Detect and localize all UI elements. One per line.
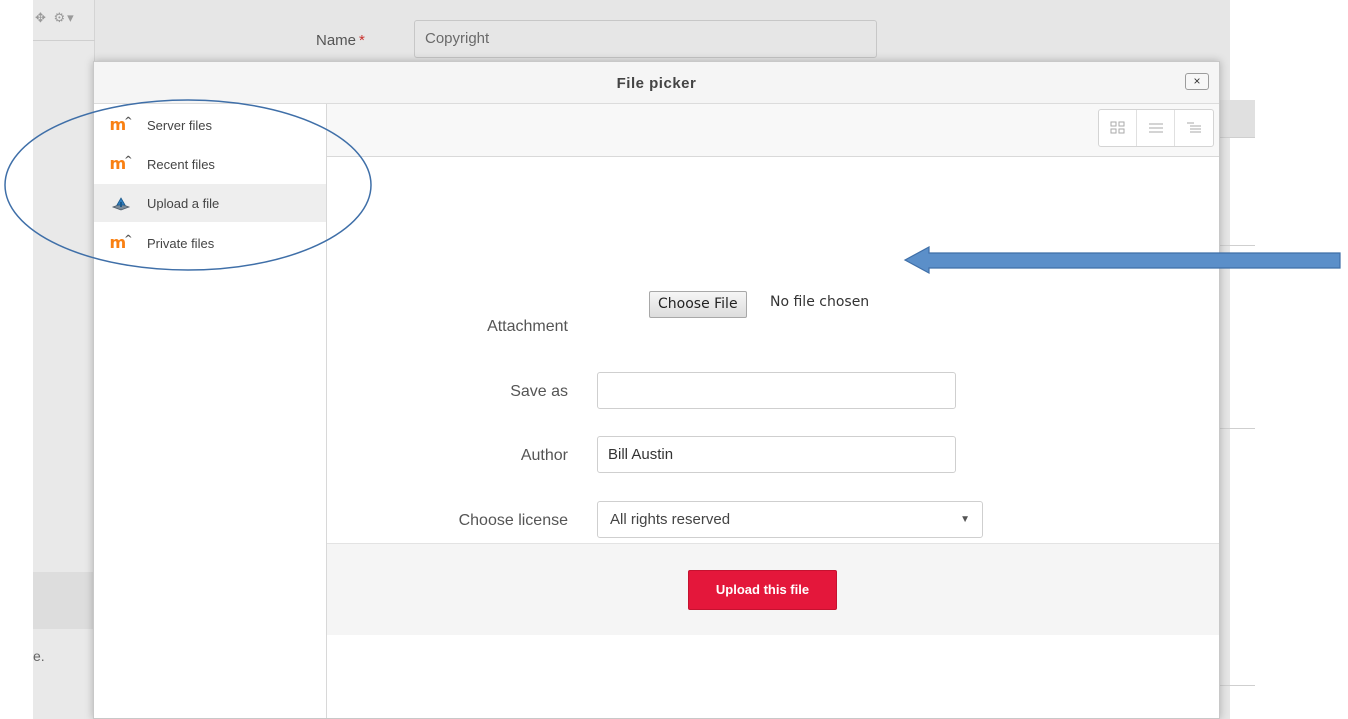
attachment-label: Attachment xyxy=(487,318,568,335)
list-view-icon xyxy=(1148,123,1163,133)
file-status-text: No file chosen xyxy=(770,294,870,310)
background-name-input: Copyright xyxy=(414,20,877,58)
sidebar-item-upload-a-file[interactable]: Upload a file xyxy=(94,184,326,222)
license-select[interactable]: All rights reserved ▼ xyxy=(597,501,983,538)
file-picker-dialog: File picker × m^ Server files m^ Recent … xyxy=(93,61,1220,719)
choose-file-button[interactable]: Choose File xyxy=(649,291,747,318)
list-view-button[interactable] xyxy=(1137,110,1175,146)
background-right-block xyxy=(1220,100,1255,138)
background-name-label: Name * xyxy=(316,32,365,49)
background-right-divider xyxy=(1220,245,1255,246)
moodle-logo-icon: m^ xyxy=(109,115,133,134)
save-as-label: Save as xyxy=(510,383,568,400)
upload-this-file-button[interactable]: Upload this file xyxy=(688,570,837,610)
upload-icon xyxy=(109,194,133,212)
close-button[interactable]: × xyxy=(1185,73,1209,90)
background-divider xyxy=(33,40,95,41)
background-band xyxy=(33,572,95,629)
background-edit-icons: ✥ ⚙▾ xyxy=(35,10,76,25)
icons-view-icon xyxy=(1110,121,1124,134)
tree-view-button[interactable] xyxy=(1175,110,1213,146)
dialog-title: File picker xyxy=(616,75,697,92)
license-label: Choose license xyxy=(458,512,568,529)
sidebar-item-private-files[interactable]: m^ Private files xyxy=(94,224,326,262)
required-mark: * xyxy=(359,32,365,49)
license-selected-value: All rights reserved xyxy=(610,511,731,528)
repository-sidebar: m^ Server files m^ Recent files Upload a… xyxy=(94,104,327,718)
save-as-input[interactable] xyxy=(597,372,956,409)
view-mode-switcher xyxy=(1098,109,1214,147)
sidebar-item-label: Upload a file xyxy=(147,195,220,211)
dialog-footer: Upload this file xyxy=(327,543,1219,635)
file-picker-toolbar xyxy=(327,104,1219,157)
sidebar-item-label: Private files xyxy=(147,235,215,251)
sidebar-item-recent-files[interactable]: m^ Recent files xyxy=(94,145,326,183)
dialog-header: File picker × xyxy=(94,62,1219,104)
sidebar-item-server-files[interactable]: m^ Server files xyxy=(94,106,326,144)
close-icon: × xyxy=(1193,74,1201,88)
background-right-divider xyxy=(1220,685,1255,686)
author-label: Author xyxy=(520,447,568,464)
author-input[interactable] xyxy=(597,436,956,473)
sidebar-item-label: Recent files xyxy=(147,156,215,172)
file-picker-content: Attachment Choose File No file chosen Sa… xyxy=(327,104,1219,718)
moodle-logo-icon: m^ xyxy=(109,233,133,252)
background-partial-text: e. xyxy=(33,648,45,664)
moodle-logo-icon: m^ xyxy=(109,154,133,173)
chevron-down-icon: ▼ xyxy=(960,514,970,525)
icons-view-button[interactable] xyxy=(1099,110,1137,146)
background-right-divider xyxy=(1220,428,1255,429)
tree-view-icon xyxy=(1187,122,1201,133)
sidebar-item-label: Server files xyxy=(147,117,213,133)
name-label-text: Name xyxy=(316,32,357,49)
